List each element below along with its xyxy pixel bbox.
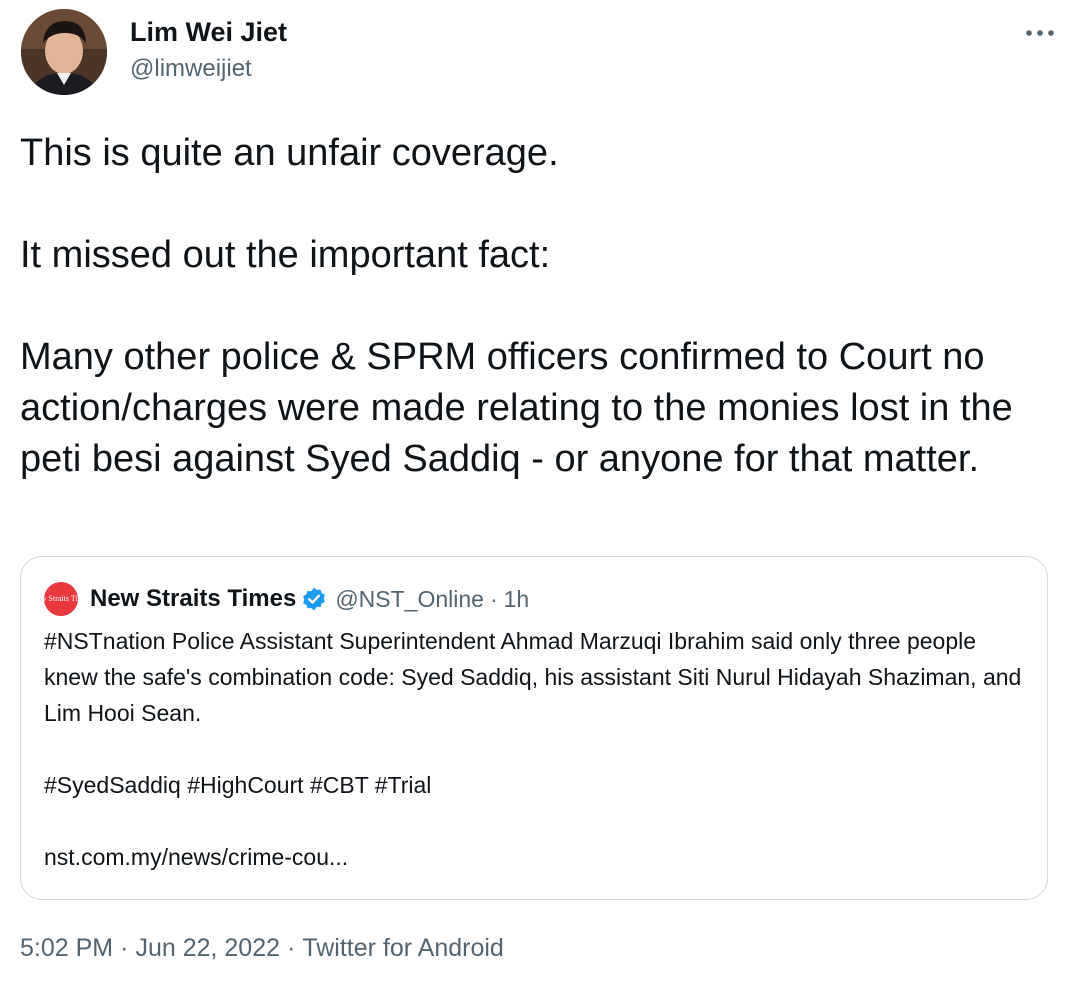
quoted-tweet-link[interactable]: nst.com.my/news/crime-cou... <box>44 839 1034 875</box>
tweet-paragraph: This is quite an unfair coverage. <box>20 132 559 174</box>
tweet-meta: 5:02 PM · Jun 22, 2022 · Twitter for Android <box>20 931 504 965</box>
tweet-date[interactable]: Jun 22, 2022 <box>135 934 280 962</box>
nst-logo-text: New Straits Times <box>44 594 78 603</box>
author-handle[interactable]: @limweijiet <box>130 54 252 84</box>
separator-dot: · <box>120 934 129 962</box>
quoted-tweet-hashtags: #SyedSaddiq #HighCourt #CBT #Trial <box>44 772 432 798</box>
verified-badge-icon <box>303 587 326 611</box>
tweet-time[interactable]: 5:02 PM <box>20 934 113 962</box>
tweet-source[interactable]: Twitter for Android <box>302 934 503 962</box>
tweet-text: This is quite an unfair coverage. It mis… <box>20 128 1060 485</box>
separator-dot: · <box>489 585 498 612</box>
quoted-tweet-time: 1h <box>503 585 530 612</box>
quoted-author-name: New Straits Times <box>90 585 297 612</box>
quoted-tweet[interactable]: New Straits Times New Straits Times @NST… <box>20 556 1048 900</box>
tweet-paragraph: Many other police & SPRM officers confir… <box>20 336 1013 480</box>
quoted-tweet-body: #NSTnation Police Assistant Superintende… <box>44 623 1034 875</box>
tweet-paragraph: It missed out the important fact: <box>20 234 551 276</box>
quoted-tweet-text: #NSTnation Police Assistant Superintende… <box>44 628 1022 726</box>
more-button[interactable] <box>1022 18 1058 48</box>
nst-avatar: New Straits Times <box>44 582 78 616</box>
quoted-tweet-header: New Straits Times New Straits Times @NST… <box>44 581 529 617</box>
author-name[interactable]: Lim Wei Jiet <box>130 16 287 48</box>
more-horizontal-icon <box>1026 30 1054 36</box>
quoted-author-handle: @NST_Online <box>335 585 484 612</box>
author-avatar[interactable] <box>21 9 107 95</box>
separator-dot: · <box>287 934 296 962</box>
